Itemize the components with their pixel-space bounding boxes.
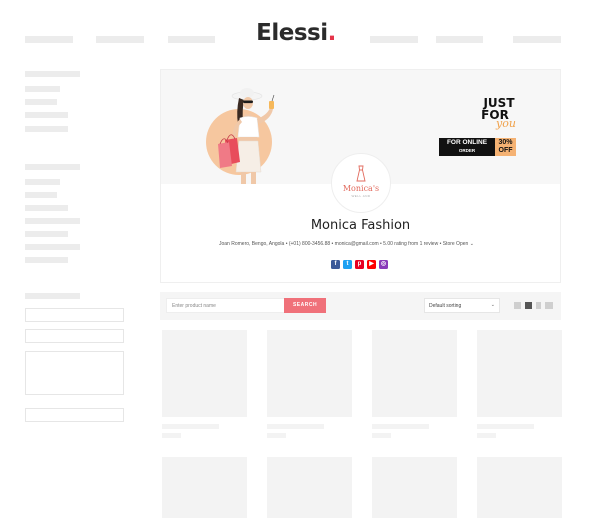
sidebar-item[interactable] — [25, 192, 57, 198]
site-logo[interactable]: Elessi. — [0, 20, 592, 46]
sort-select[interactable]: Default sorting ⌄ — [424, 298, 500, 313]
sidebar-item[interactable] — [25, 257, 68, 263]
sidebar-heading-1 — [25, 71, 80, 77]
promo-percent: 30% — [498, 139, 513, 146]
sidebar-item[interactable] — [25, 179, 60, 185]
product-price — [372, 433, 391, 438]
store-header: JUST FOR you FOR ONLINE ORDER 30% OFF Moni… — [160, 69, 561, 283]
product-title[interactable] — [162, 424, 219, 429]
product-image[interactable] — [162, 457, 247, 518]
sidebar-item[interactable] — [25, 86, 60, 92]
product-price — [267, 433, 286, 438]
grid-view-2-icon[interactable] — [514, 302, 521, 309]
sidebar-item[interactable] — [25, 99, 57, 105]
promo-off: OFF — [498, 147, 513, 154]
product-price — [477, 433, 496, 438]
list-view-icon[interactable] — [545, 302, 553, 309]
promo-discount: 30% OFF — [495, 138, 516, 156]
promo-online: FOR ONLINE ORDER — [439, 138, 495, 156]
product-image[interactable] — [477, 330, 562, 417]
model-with-bags-image — [218, 88, 275, 184]
social-links: f t p ▶ ◎ — [331, 260, 388, 269]
sidebar-field[interactable] — [25, 308, 124, 322]
sidebar-item[interactable] — [25, 231, 68, 237]
nav-placeholder-6[interactable] — [513, 36, 561, 43]
youtube-icon[interactable]: ▶ — [367, 260, 376, 269]
twitter-icon[interactable]: t — [343, 260, 352, 269]
avatar-name: Monica's — [342, 184, 380, 193]
promo-order-text: ORDER — [458, 148, 476, 153]
product-image[interactable] — [162, 330, 247, 417]
product-image[interactable] — [477, 457, 562, 518]
avatar-subtitle: WELL AND — [351, 194, 371, 198]
sidebar-item[interactable] — [25, 244, 80, 250]
sidebar-item[interactable] — [25, 205, 68, 211]
product-price — [162, 433, 181, 438]
dress-icon — [356, 165, 366, 182]
sidebar-submit[interactable] — [25, 408, 124, 422]
sidebar-item[interactable] — [25, 112, 68, 118]
promo-you: you — [496, 117, 516, 130]
logo-text: Elessi — [256, 20, 328, 46]
sidebar-item[interactable] — [25, 218, 80, 224]
sidebar-textarea[interactable] — [25, 351, 124, 395]
store-avatar[interactable]: Monica's WELL AND — [331, 153, 391, 213]
logo-dot: . — [327, 20, 337, 46]
grid-view-4-icon[interactable] — [536, 302, 541, 309]
sidebar-heading-3 — [25, 293, 80, 299]
nav-placeholder-5[interactable] — [436, 36, 483, 43]
product-image[interactable] — [267, 330, 352, 417]
product-image[interactable] — [372, 457, 457, 518]
chevron-down-icon[interactable]: ⌄ — [470, 241, 474, 247]
chevron-down-icon: ⌄ — [490, 302, 495, 308]
product-image[interactable] — [267, 457, 352, 518]
product-title[interactable] — [372, 424, 429, 429]
sidebar-item[interactable] — [25, 126, 68, 132]
sort-value: Default sorting — [429, 303, 462, 309]
sidebar-field[interactable] — [25, 329, 124, 343]
pinterest-icon[interactable]: p — [355, 260, 364, 269]
store-name: Monica Fashion — [310, 218, 411, 233]
search-button[interactable]: SEARCH — [284, 298, 326, 313]
product-image[interactable] — [372, 330, 457, 417]
nav-placeholder-4[interactable] — [370, 36, 418, 43]
grid-view-3-icon[interactable] — [525, 302, 532, 309]
facebook-icon[interactable]: f — [331, 260, 340, 269]
product-title[interactable] — [477, 424, 534, 429]
sidebar-heading-2 — [25, 164, 80, 170]
store-info-text: Joan Romero, Bengo, Angola • (+01) 800-3… — [219, 241, 469, 247]
promo-online-text: FOR ONLINE — [446, 139, 488, 146]
search-input[interactable]: Enter product name — [166, 298, 285, 313]
product-title[interactable] — [267, 424, 324, 429]
shop-toolbar: Enter product name SEARCH Default sortin… — [160, 292, 561, 320]
store-info: Joan Romero, Bengo, Angola • (+01) 800-3… — [219, 241, 509, 247]
instagram-icon[interactable]: ◎ — [379, 260, 388, 269]
